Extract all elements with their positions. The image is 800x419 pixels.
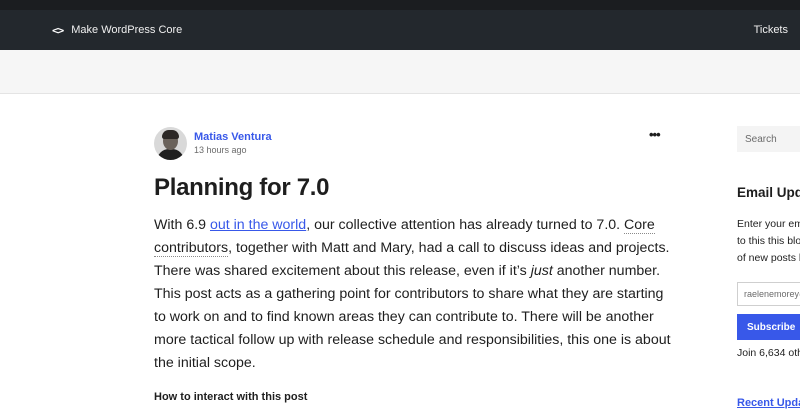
avatar-hair xyxy=(162,130,179,139)
brand-link[interactable]: <> Make WordPress Core xyxy=(52,10,182,50)
search-input[interactable] xyxy=(737,126,800,152)
out-in-the-world-link[interactable]: out in the world xyxy=(210,217,306,233)
avatar[interactable] xyxy=(154,127,187,160)
recent-updates-link[interactable]: Recent Updates xyxy=(737,397,800,409)
body-text: , our collective attention has already t… xyxy=(306,217,625,233)
nav-tickets-link[interactable]: Tickets xyxy=(754,10,788,50)
body-text: another number. This post acts as a gath… xyxy=(154,263,671,371)
post-body-paragraph: With 6.9 out in the world, our collectiv… xyxy=(154,214,674,375)
section-heading: How to interact with this post xyxy=(154,391,308,403)
body-emphasis: just xyxy=(530,263,553,279)
email-updates-description: Enter your email address to this this bl… xyxy=(737,216,800,267)
sub-navigation-bar xyxy=(0,50,800,94)
brand-name[interactable]: Make WordPress Core xyxy=(71,24,182,36)
body-text: With 6.9 xyxy=(154,217,210,233)
subscribers-count: Join 6,634 other subscribers xyxy=(737,347,800,359)
email-desc-line: of new posts by email. xyxy=(737,252,800,264)
subscribe-button[interactable]: Subscribe xyxy=(737,314,800,340)
email-updates-title: Email Updates xyxy=(737,185,800,200)
post-title: Planning for 7.0 xyxy=(154,174,330,201)
avatar-body xyxy=(157,149,184,160)
author-meta: Matias Ventura 13 hours ago xyxy=(194,130,272,157)
code-icon: <> xyxy=(52,23,64,37)
more-options-icon[interactable]: ••• xyxy=(649,128,661,142)
site-header: <> Make WordPress Core Tickets xyxy=(0,10,800,50)
email-desc-line: Enter your email address xyxy=(737,218,800,230)
email-desc-line: to this this blog and xyxy=(737,235,800,247)
post-timestamp[interactable]: 13 hours ago xyxy=(194,144,272,157)
browser-top-strip xyxy=(0,0,800,10)
author-name-link[interactable]: Matias Ventura xyxy=(194,130,272,144)
email-field[interactable] xyxy=(737,282,800,306)
post-author: Matias Ventura 13 hours ago xyxy=(154,127,272,160)
